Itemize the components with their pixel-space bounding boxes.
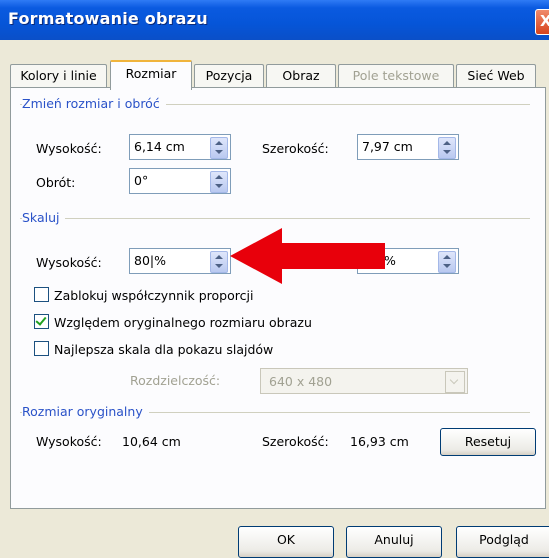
scale-height-value: 80|% [134,253,166,268]
spin-arrows-icon[interactable] [210,251,228,273]
best-scale-checkbox[interactable] [34,341,49,356]
section-resize-rotate-title: Zmień rozmiar i obróć [22,96,166,111]
scale-width-value: % [384,253,396,268]
resize-width-spinner[interactable]: 7,97 cm [357,134,459,160]
best-scale-label[interactable]: Najlepsza skala dla pokazu slajdów [54,342,273,357]
section-divider [20,218,530,219]
original-width-value: 16,93 cm [350,434,409,449]
relative-original-checkbox[interactable] [34,314,49,329]
original-width-label: Szerokość: [262,434,329,449]
original-height-value: 10,64 cm [122,434,181,449]
chevron-down-icon [449,375,459,385]
rotation-value: 0° [134,173,149,188]
preview-button[interactable]: Podgląd [456,526,549,558]
resize-width-label: Szerokość: [262,141,329,156]
close-button[interactable]: X [535,9,549,35]
cancel-button[interactable]: Anuluj [346,526,442,558]
tab-kolory-i-linie[interactable]: Kolory i linie [10,64,107,88]
section-scale-title: Skaluj [22,210,66,225]
rotation-spinner[interactable]: 0° [129,168,231,194]
close-icon: X [540,12,549,30]
resize-height-spinner[interactable]: 6,14 cm [129,134,231,160]
lock-aspect-checkbox[interactable] [34,287,49,302]
resolution-label: Rozdzielczość: [130,373,221,388]
tab-pozycja[interactable]: Pozycja [194,64,264,88]
rotation-label: Obrót: [36,175,76,190]
relative-original-label[interactable]: Względem oryginalnego rozmiaru obrazu [54,315,312,330]
resize-height-value: 6,14 cm [134,139,185,154]
resolution-dropdown: 640 x 480 [260,368,468,394]
original-height-label: Wysokość: [36,434,102,449]
spin-arrows-icon[interactable] [210,137,228,159]
title-bar: Formatowanie obrazu X [0,0,549,40]
section-original-size-title: Rozmiar oryginalny [22,404,149,419]
dropdown-button [445,371,465,393]
resize-height-label: Wysokość: [36,141,102,156]
scale-height-label: Wysokość: [36,255,102,270]
window-title: Formatowanie obrazu [8,9,208,28]
resize-width-value: 7,97 cm [362,139,413,154]
tab-siec-web[interactable]: Sieć Web [456,64,536,88]
spin-arrows-icon[interactable] [438,251,456,273]
spin-arrows-icon[interactable] [210,171,228,193]
ok-button[interactable]: OK [238,526,334,558]
tab-pole-tekstowe: Pole tekstowe [338,64,454,88]
resolution-value: 640 x 480 [269,374,333,389]
lock-aspect-label[interactable]: Zablokuj współczynnik proporcji [54,288,253,303]
reset-button[interactable]: Resetuj [440,428,536,456]
tab-obraz[interactable]: Obraz [266,64,336,88]
tab-rozmiar[interactable]: Rozmiar [110,60,192,90]
red-arrow-icon [230,228,385,284]
spin-arrows-icon[interactable] [438,137,456,159]
scale-height-spinner[interactable]: 80|% [129,248,231,274]
checkmark-icon [35,314,47,326]
